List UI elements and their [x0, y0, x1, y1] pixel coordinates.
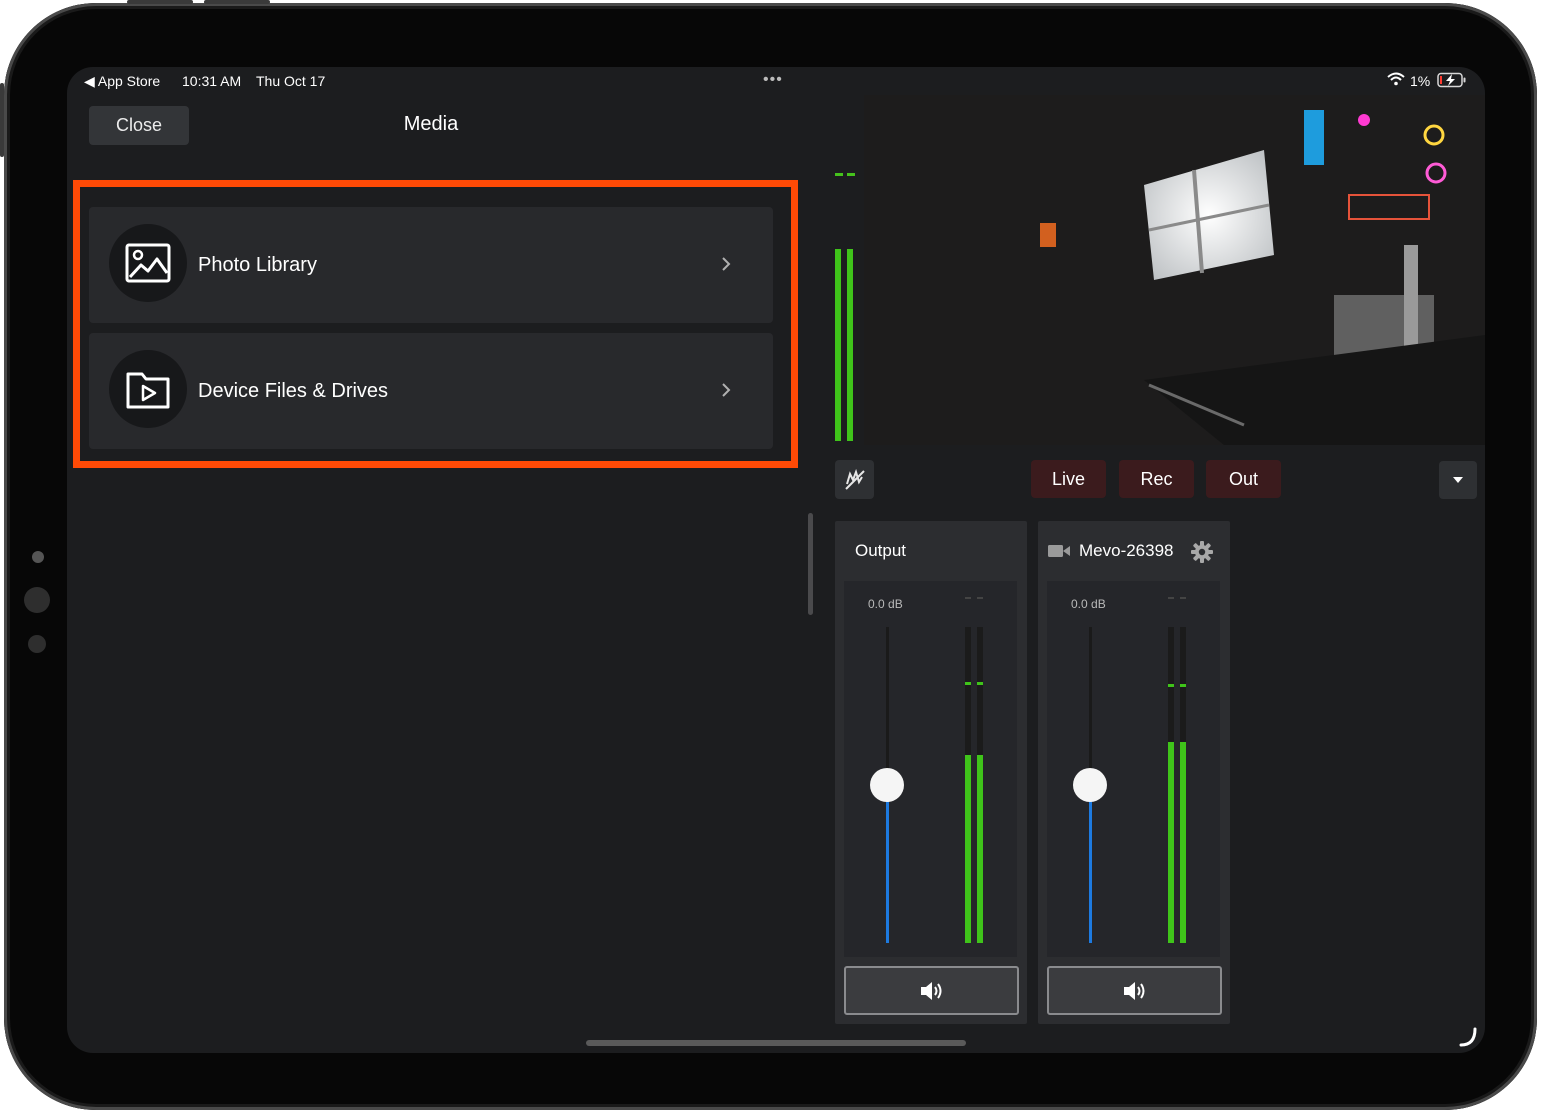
- level-fill: [965, 755, 971, 943]
- strip-title: Output: [855, 541, 907, 560]
- master-meter-left: [835, 249, 841, 441]
- multitasking-dots[interactable]: •••: [763, 71, 783, 89]
- level-fill: [1180, 742, 1186, 943]
- caret-down-icon: [1453, 477, 1463, 483]
- master-meter-right: [847, 249, 853, 441]
- back-to-app-store[interactable]: ◀ App Store: [84, 73, 160, 90]
- meter-top-mark-right: [977, 597, 983, 599]
- audio-strip-mevo: Mevo-26398 0.0 dB: [1038, 521, 1230, 1024]
- status-bar: ◀ App Store 10:31 AM Thu Oct 17 ••• 1%: [67, 67, 1485, 95]
- resize-corner-icon[interactable]: [1459, 1027, 1479, 1052]
- volume-fader-fill: [1089, 785, 1092, 943]
- master-meter-peak-right: [847, 173, 855, 176]
- video-camera-icon: [1047, 543, 1071, 564]
- status-time: 10:31 AM: [182, 73, 242, 89]
- sensor-dot-large: [24, 587, 50, 613]
- level-meter-right: [977, 627, 983, 943]
- output-mute-button[interactable]: [844, 966, 1019, 1015]
- level-fill: [977, 755, 983, 943]
- video-preview[interactable]: [864, 95, 1485, 445]
- peak-marker: [1180, 684, 1186, 687]
- app-screen: ◀ App Store 10:31 AM Thu Oct 17 ••• 1% C…: [67, 67, 1485, 1053]
- meter-top-mark-left: [965, 597, 971, 599]
- volume-fader-knob[interactable]: [1073, 768, 1107, 802]
- camera-dot: [32, 551, 44, 563]
- speaker-icon: [1123, 981, 1144, 1000]
- close-button[interactable]: Close: [89, 106, 189, 145]
- peak-marker: [1168, 684, 1174, 687]
- highlight-box: [73, 180, 798, 468]
- dropdown-button[interactable]: [1439, 461, 1477, 499]
- meter-top-mark-left: [1168, 597, 1174, 599]
- level-fill: [1168, 742, 1174, 943]
- level-meter-left: [1168, 627, 1174, 943]
- battery-percent: 1%: [1410, 73, 1431, 89]
- volume-fader-fill: [886, 785, 889, 943]
- camera-feed-image: [864, 95, 1485, 445]
- out-button[interactable]: Out: [1206, 460, 1281, 498]
- media-title: Media: [403, 113, 459, 135]
- home-indicator[interactable]: [586, 1040, 966, 1046]
- peak-marker: [977, 682, 983, 685]
- live-button[interactable]: Live: [1031, 460, 1106, 498]
- ipad-frame: ◀ App Store 10:31 AM Thu Oct 17 ••• 1% C…: [0, 0, 1537, 1110]
- gain-label: 0.0 dB: [868, 597, 903, 611]
- panel-resize-handle[interactable]: [808, 513, 813, 615]
- gain-label: 0.0 dB: [1071, 597, 1106, 611]
- top-button-right: [204, 0, 270, 4]
- fader-area: 0.0 dB: [1047, 581, 1220, 957]
- fader-area: 0.0 dB: [844, 581, 1017, 957]
- level-meter-right: [1180, 627, 1186, 943]
- meter-top-mark-right: [1180, 597, 1186, 599]
- audio-strip-output: Output 0.0 dB: [835, 521, 1027, 1024]
- camera-mute-button[interactable]: [835, 460, 874, 499]
- status-date: Thu Oct 17: [256, 73, 326, 89]
- rec-button[interactable]: Rec: [1119, 460, 1194, 498]
- peak-marker: [965, 682, 971, 685]
- master-meter-peak-left: [835, 173, 843, 176]
- battery-charging-icon: [1437, 72, 1467, 91]
- volume-fader-knob[interactable]: [870, 768, 904, 802]
- mevo-mute-button[interactable]: [1047, 966, 1222, 1015]
- top-button-left: [127, 0, 193, 4]
- sensor-dot-small: [28, 635, 46, 653]
- side-button: [0, 83, 4, 157]
- strip-title: Mevo-26398: [1079, 541, 1174, 560]
- gear-icon[interactable]: [1191, 541, 1213, 568]
- speaker-icon: [920, 981, 941, 1000]
- mute-video-icon: [844, 468, 865, 490]
- level-meter-left: [965, 627, 971, 943]
- wifi-icon: [1387, 72, 1405, 89]
